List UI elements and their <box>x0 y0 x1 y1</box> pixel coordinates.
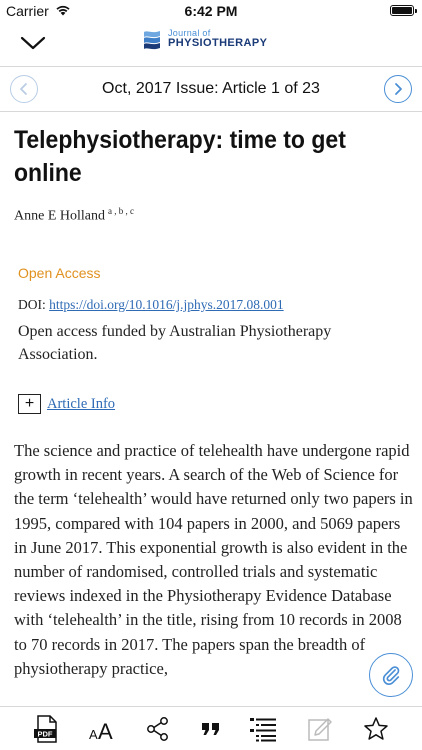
text-size-button[interactable]: A A <box>86 713 118 745</box>
svg-text:A: A <box>89 727 98 742</box>
chevron-down-icon <box>20 36 46 50</box>
svg-text:PDF: PDF <box>38 730 53 739</box>
chevron-right-icon <box>395 83 402 95</box>
pdf-icon: PDF <box>34 715 57 743</box>
logo-title: PHYSIOTHERAPY <box>168 37 268 49</box>
svg-text:A: A <box>98 719 113 742</box>
issue-article-counter: Oct, 2017 Issue: Article 1 of 23 <box>102 80 320 97</box>
funding-statement: Open access funded by Australian Physiot… <box>18 323 332 363</box>
quote-icon <box>202 723 219 735</box>
notes-button[interactable] <box>304 713 336 745</box>
notes-icon <box>308 718 332 741</box>
nav-header: Journal of PHYSIOTHERAPY <box>0 22 422 64</box>
next-article-button[interactable] <box>384 75 412 103</box>
bookmark-star-icon <box>364 717 388 740</box>
open-access-label: Open Access <box>18 265 101 281</box>
expand-plus-icon[interactable]: + <box>18 394 41 414</box>
article-info-toggle[interactable]: + Article Info <box>18 394 115 414</box>
text-size-icon: A A <box>89 719 113 742</box>
share-button[interactable] <box>142 713 174 745</box>
status-time: 6:42 PM <box>184 3 238 19</box>
collapse-chevron-button[interactable] <box>18 30 48 54</box>
author-name[interactable]: Anne E Holland <box>14 209 105 224</box>
doi-link[interactable]: https://doi.org/10.1016/j.jphys.2017.08.… <box>49 297 284 312</box>
bookmark-button[interactable] <box>360 713 392 745</box>
journal-logo: Journal of PHYSIOTHERAPY <box>142 28 267 50</box>
quote-button[interactable] <box>195 713 227 745</box>
share-icon <box>147 717 168 741</box>
article-body: The science and practice of telehealth h… <box>14 441 413 678</box>
doi-label: DOI: <box>18 297 50 312</box>
battery-icon <box>390 5 417 16</box>
author-affiliations[interactable]: a , b , c <box>108 206 134 216</box>
pdf-button[interactable]: PDF <box>30 713 62 745</box>
attachment-button[interactable] <box>369 653 413 697</box>
issue-navigation: Oct, 2017 Issue: Article 1 of 23 <box>0 66 422 112</box>
article-author: Anne E Holland a , b , c <box>14 206 134 225</box>
bottom-toolbar: PDF A A <box>0 706 422 750</box>
outline-icon <box>250 718 276 742</box>
status-bar: Carrier 6:42 PM <box>0 0 422 22</box>
outline-button[interactable] <box>247 713 279 745</box>
article-title: Telephysiotherapy: time to get online <box>14 126 346 187</box>
article-info-link[interactable]: Article Info <box>47 396 115 413</box>
doi-line: DOI: https://doi.org/10.1016/j.jphys.201… <box>18 297 284 313</box>
journal-logo-icon <box>144 31 160 50</box>
paperclip-icon <box>382 666 400 685</box>
